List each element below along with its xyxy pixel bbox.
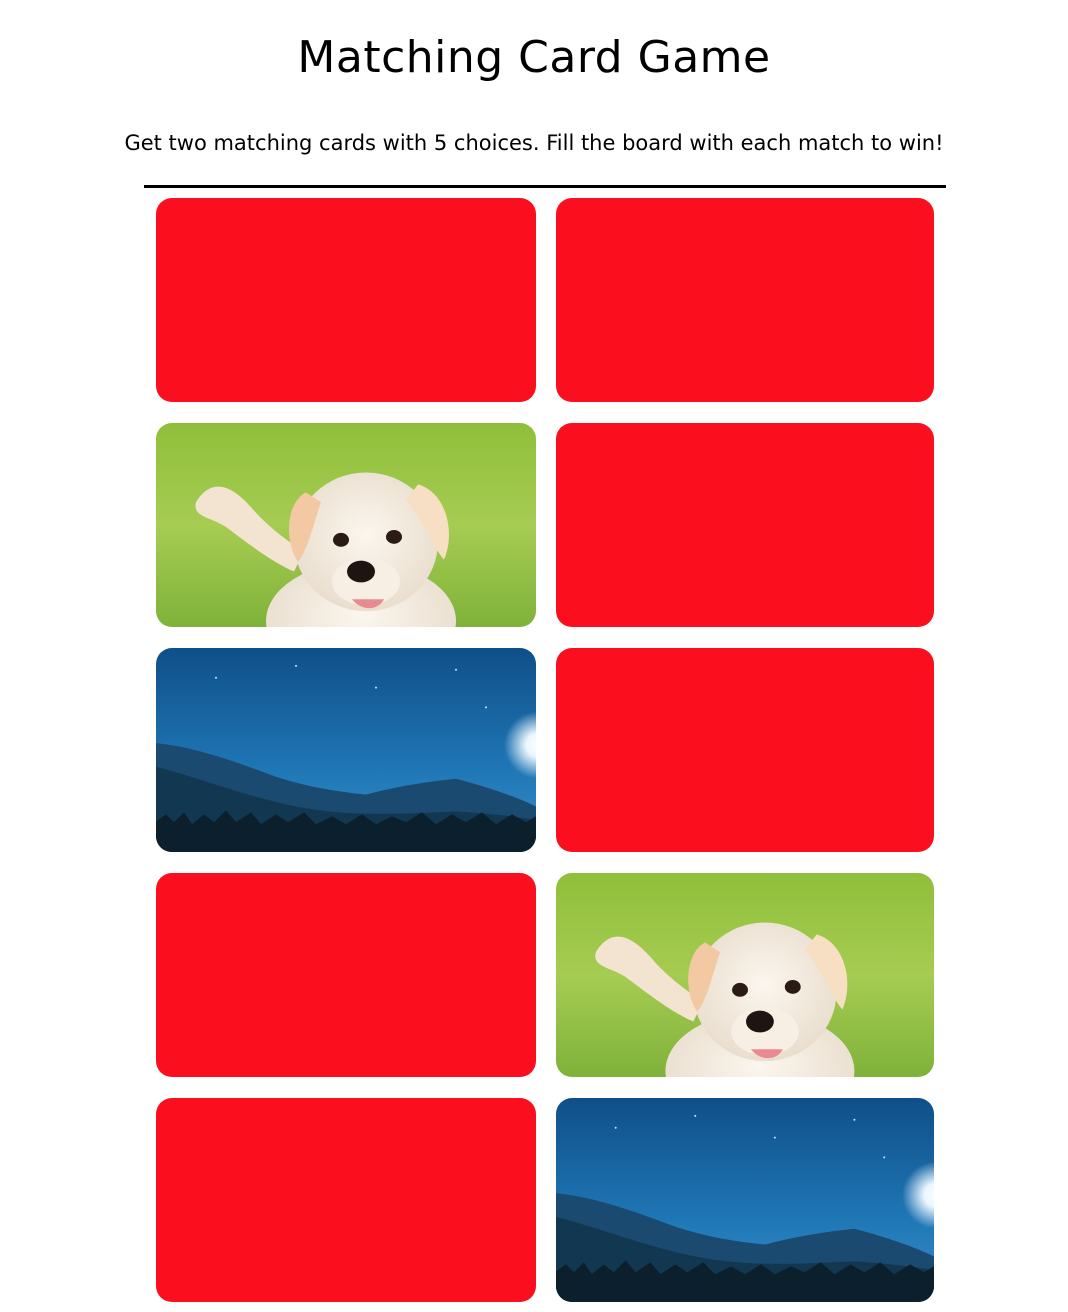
card-face-down[interactable]	[156, 873, 536, 1077]
puppy-image	[156, 423, 536, 627]
card-face-down[interactable]	[556, 423, 934, 627]
card-face-down[interactable]	[556, 648, 934, 852]
card-board	[156, 198, 934, 1302]
game-instructions: Get two matching cards with 5 choices. F…	[124, 131, 944, 155]
night-mountain-image	[156, 648, 536, 852]
card-puppy[interactable]	[156, 423, 536, 627]
card-face-down[interactable]	[156, 1098, 536, 1302]
puppy-image	[556, 873, 934, 1077]
header-divider	[144, 185, 946, 188]
card-puppy[interactable]	[556, 873, 934, 1077]
card-face-down[interactable]	[556, 198, 934, 402]
card-night-mountain[interactable]	[556, 1098, 934, 1302]
game-page: Matching Card Game Get two matching card…	[0, 0, 1068, 1312]
card-night-mountain[interactable]	[156, 648, 536, 852]
card-face-down[interactable]	[156, 198, 536, 402]
night-mountain-image	[556, 1098, 934, 1302]
page-title: Matching Card Game	[297, 32, 771, 83]
